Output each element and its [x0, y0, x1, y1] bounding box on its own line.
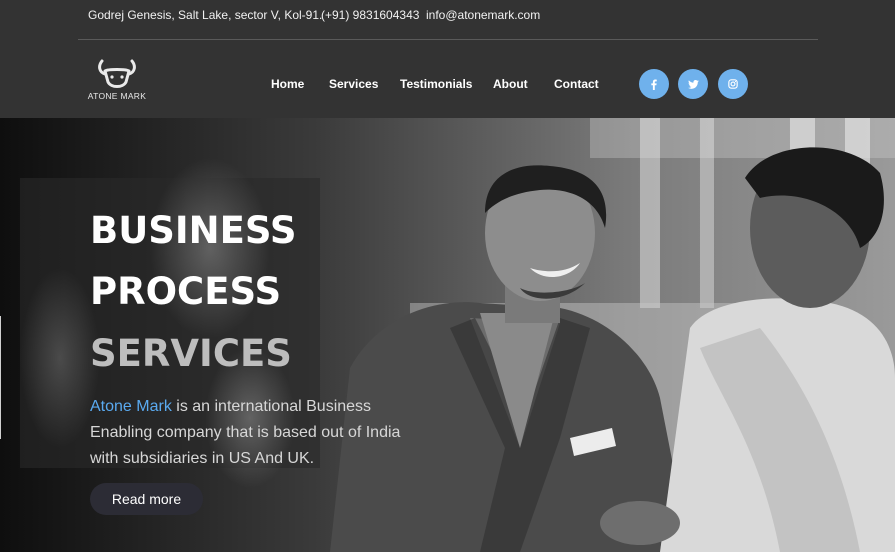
phone-link[interactable]: (+91) 9831604343 — [321, 8, 426, 22]
header-bar: Godrej Genesis, Salt Lake, sector V, Kol… — [0, 0, 895, 118]
twitter-button[interactable] — [678, 69, 708, 99]
facebook-icon — [651, 79, 657, 90]
facebook-button[interactable] — [639, 69, 669, 99]
nav-services[interactable]: Services — [329, 77, 378, 91]
instagram-button[interactable] — [718, 69, 748, 99]
email-link[interactable]: info@atonemark.com — [426, 8, 540, 22]
header-divider — [78, 39, 818, 40]
logo[interactable]: ATONE MARK — [86, 58, 148, 108]
hero-headline-line-2: PROCESS — [90, 270, 282, 313]
page-edge-line — [0, 316, 1, 439]
hero-headline-line-1: BUSINESS — [90, 209, 297, 252]
address-text: Godrej Genesis, Salt Lake, sector V, Kol… — [88, 8, 323, 22]
logo-text: ATONE MARK — [87, 91, 147, 101]
hero-description: Atone Mark is an international Business … — [90, 394, 420, 472]
contact-info: Godrej Genesis, Salt Lake, sector V, Kol… — [88, 8, 540, 22]
nav-contact[interactable]: Contact — [554, 77, 599, 91]
nav-about[interactable]: About — [493, 77, 528, 91]
hero-headline-line-3: SERVICES — [90, 332, 292, 375]
read-more-button[interactable]: Read more — [90, 483, 203, 515]
nav-testimonials[interactable]: Testimonials — [400, 77, 472, 91]
instagram-icon — [728, 79, 738, 89]
hero-section: BUSINESS PROCESS SERVICES Atone Mark is … — [0, 118, 895, 552]
nav-home[interactable]: Home — [271, 77, 304, 91]
brand-highlight: Atone Mark — [90, 398, 172, 415]
bull-head-icon — [98, 59, 136, 88]
twitter-icon — [687, 79, 699, 89]
